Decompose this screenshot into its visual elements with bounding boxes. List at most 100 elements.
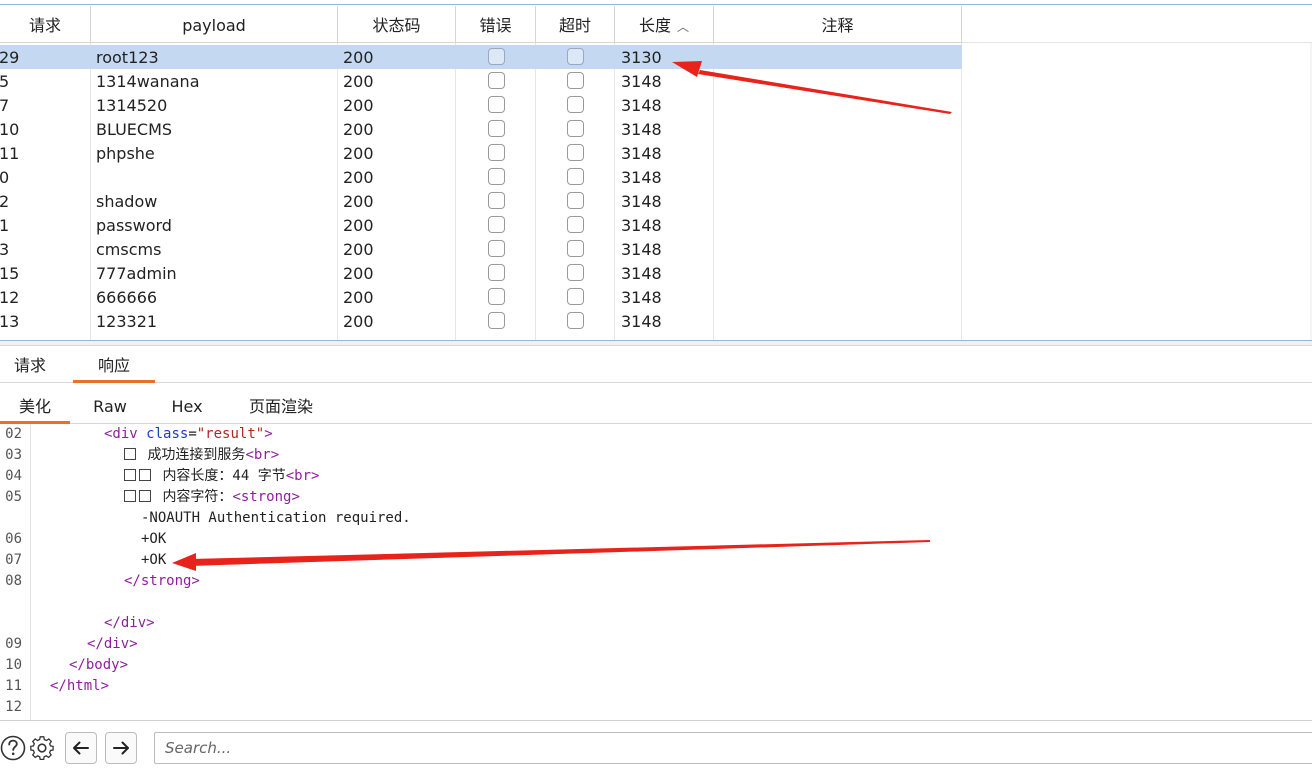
missing-glyph-icon (124, 469, 136, 481)
code-tag: <div (104, 426, 147, 442)
timeout-checkbox (567, 216, 584, 233)
table-row[interactable]: 5 1314wanana 200 3148 (0, 69, 962, 93)
timeout-checkbox (567, 96, 584, 113)
cell-length: 3148 (621, 192, 662, 211)
column-header-timeout[interactable]: 超时 (536, 6, 615, 42)
error-checkbox (488, 96, 505, 113)
cell-length: 3148 (621, 312, 662, 331)
code-line-ok-1: +OK (141, 531, 167, 547)
line-number: 04 (5, 468, 22, 484)
table-row[interactable]: 10 BLUECMS 200 3148 (0, 117, 962, 141)
table-row[interactable]: 7 1314520 200 3148 (0, 93, 962, 117)
code-text: 内容字符： (162, 489, 233, 505)
table-row[interactable]: 15 777admin 200 3148 (0, 261, 962, 285)
table-row[interactable]: 1 password 200 3148 (0, 213, 962, 237)
column-header-status[interactable]: 状态码 (338, 6, 456, 42)
code-attr: class (146, 426, 189, 442)
cell-status: 200 (343, 216, 374, 235)
response-code-viewer[interactable]: 02 03 04 05 06 07 08 09 10 11 12 <div cl… (0, 424, 1312, 720)
column-header-length[interactable]: 长度 ︿ (615, 6, 714, 42)
table-row[interactable]: 29 root123 200 3130 (0, 45, 962, 69)
cell-request: 29 (0, 48, 20, 67)
column-header-request[interactable]: 请求 (0, 6, 91, 42)
table-row[interactable]: 11 phpshe 200 3148 (0, 141, 962, 165)
code-text: 内容长度：44 字节 (162, 468, 286, 484)
line-number: 03 (5, 447, 22, 463)
tab-raw[interactable]: Raw (80, 389, 140, 423)
tab-pretty[interactable]: 美化 (0, 389, 70, 424)
help-button[interactable] (0, 732, 26, 764)
forward-button[interactable] (105, 732, 137, 764)
code-tag: > (264, 426, 273, 442)
cell-status: 200 (343, 144, 374, 163)
cell-status: 200 (343, 192, 374, 211)
table-row[interactable]: 0 200 3148 (0, 165, 962, 189)
error-checkbox (488, 216, 505, 233)
table-row[interactable]: 2 shadow 200 3148 (0, 189, 962, 213)
code-eq: = (188, 426, 197, 442)
line-number: 12 (5, 699, 22, 715)
cell-payload: root123 (96, 48, 159, 67)
cell-status: 200 (343, 72, 374, 91)
column-header-error[interactable]: 错误 (456, 6, 536, 42)
table-row[interactable]: 3 cmscms 200 3148 (0, 237, 962, 261)
cell-length: 3130 (621, 48, 662, 67)
tab-render[interactable]: 页面渲染 (236, 389, 326, 423)
timeout-checkbox (567, 240, 584, 257)
cell-length: 3148 (621, 144, 662, 163)
timeout-checkbox (567, 288, 584, 305)
cell-request: 0 (0, 168, 10, 187)
cell-payload: phpshe (96, 144, 155, 163)
cell-request: 2 (0, 192, 10, 211)
error-checkbox (488, 240, 505, 257)
table-body: 29 root123 200 3130 5 1314wanana 200 3148 7 13145… (0, 43, 962, 340)
cell-length: 3148 (621, 216, 662, 235)
code-line-div-close-outer: </div> (87, 636, 138, 652)
missing-glyph-icon (139, 469, 151, 481)
cell-payload: 1314wanana (96, 72, 200, 91)
timeout-checkbox (567, 48, 584, 65)
split-pane-divider[interactable] (0, 340, 1312, 346)
code-tag: <strong> (232, 489, 300, 505)
timeout-checkbox (567, 192, 584, 209)
column-header-comment[interactable]: 注释 (714, 6, 962, 42)
timeout-checkbox (567, 72, 584, 89)
line-number: 05 (5, 489, 22, 505)
error-checkbox (488, 264, 505, 281)
cell-payload: shadow (96, 192, 158, 211)
cell-status: 200 (343, 240, 374, 259)
code-tag: <br> (245, 447, 280, 463)
tab-request[interactable]: 请求 (0, 347, 60, 382)
line-number: 09 (5, 636, 22, 652)
settings-button[interactable] (28, 732, 56, 764)
error-checkbox (488, 192, 505, 209)
tab-hex[interactable]: Hex (160, 389, 214, 423)
table-row[interactable]: 13 123321 200 3148 (0, 309, 962, 333)
error-checkbox (488, 120, 505, 137)
line-number: 07 (5, 552, 22, 568)
cell-payload: 777admin (96, 264, 177, 283)
bottom-toolbar (0, 720, 1312, 775)
cell-length: 3148 (621, 264, 662, 283)
results-table: 请求 payload 状态码 错误 超时 长度 ︿ 注释 29 root123 200… (0, 0, 1312, 340)
error-checkbox (488, 72, 505, 89)
cell-length: 3148 (621, 72, 662, 91)
cell-status: 200 (343, 96, 374, 115)
code-tag: <br> (285, 468, 320, 484)
table-row[interactable]: 12 666666 200 3148 (0, 285, 962, 309)
tab-response[interactable]: 响应 (73, 347, 155, 383)
back-button[interactable] (65, 732, 97, 764)
code-line-strong-close: </strong> (124, 573, 200, 589)
code-line-ok-2: +OK (141, 552, 167, 568)
cell-status: 200 (343, 288, 374, 307)
code-text: 成功连接到服务 (147, 447, 246, 463)
cell-status: 200 (343, 312, 374, 331)
column-header-payload[interactable]: payload (91, 6, 338, 42)
code-line-connect: 成功连接到服务<br> (124, 445, 279, 466)
code-line-html-close: </html> (50, 678, 110, 694)
missing-glyph-icon (139, 490, 151, 502)
line-number: 08 (5, 573, 22, 589)
search-input[interactable] (154, 732, 1312, 764)
code-line-div-close: </div> (104, 615, 155, 631)
timeout-checkbox (567, 168, 584, 185)
